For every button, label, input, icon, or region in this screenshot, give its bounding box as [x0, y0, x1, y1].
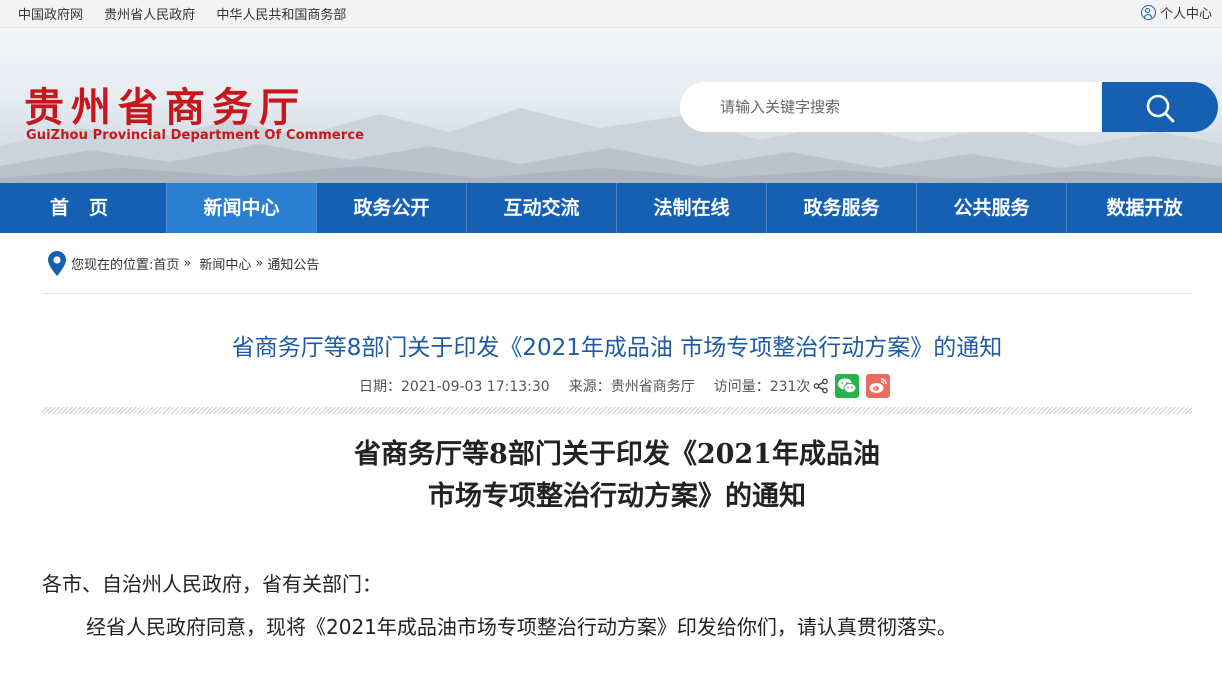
nav-item-home[interactable]: 首页: [0, 183, 167, 233]
nav-item-public-services[interactable]: 公共服务: [917, 183, 1067, 233]
link-guizhou-gov[interactable]: 贵州省人民政府: [104, 8, 195, 23]
weibo-icon: [869, 378, 888, 393]
share-icon: [814, 378, 829, 394]
share-weibo-button[interactable]: [866, 374, 891, 398]
breadcrumb-news[interactable]: 新闻中心: [199, 254, 251, 273]
search-icon: [1146, 94, 1175, 123]
article-meta: 日期：2021-09-03 17:13:30 来源：贵州省商务厅 访问量：231…: [359, 374, 897, 398]
share-wechat-button[interactable]: [835, 374, 860, 398]
document-paragraph: 经省人民政府同意，现将《2021年成品油市场专项整治行动方案》印发给你们，请认真…: [86, 615, 957, 639]
link-gov-cn[interactable]: 中国政府网: [18, 8, 83, 23]
document-title-line2: 市场专项整治行动方案》的通知: [428, 481, 806, 512]
article-visits: 访问量：231次: [713, 379, 811, 395]
nav-item-gov-affairs[interactable]: 政务公开: [317, 183, 467, 233]
article-date: 日期：2021-09-03 17:13:30: [359, 379, 550, 395]
link-mofcom[interactable]: 中华人民共和国商务部: [216, 8, 346, 23]
wechat-icon: [838, 378, 857, 394]
site-logo-cn[interactable]: 贵州省商务厅: [24, 75, 306, 133]
document-title: 省商务厅等8部门关于印发《2021年成品油 市场专项整治行动方案》的通知: [0, 434, 1222, 518]
breadcrumb-separator: »: [255, 256, 264, 271]
article-source: 来源：贵州省商务厅: [568, 379, 695, 395]
search-input[interactable]: [680, 82, 1104, 132]
location-pin-icon: [48, 251, 66, 276]
user-icon: [1140, 5, 1156, 20]
breadcrumb-prefix: 您现在的位置:: [71, 258, 154, 273]
nav-item-open-data[interactable]: 数据开放: [1067, 183, 1222, 233]
breadcrumb-divider: [42, 293, 1192, 294]
nav-item-news[interactable]: 新闻中心: [167, 183, 317, 233]
hatched-divider: [42, 407, 1192, 414]
user-center-label: 个人中心: [1159, 7, 1212, 22]
document-salutation: 各市、自治州人民政府，省有关部门：: [42, 572, 382, 596]
main-nav: 首页 新闻中心 政务公开 互动交流 法制在线 政务服务 公共服务 数据开放: [0, 183, 1222, 233]
document-title-line1: 省商务厅等8部门关于印发《2021年成品油: [354, 439, 880, 470]
top-utility-bar: 中国政府网 贵州省人民政府 中华人民共和国商务部 个人中心: [0, 0, 1222, 28]
breadcrumb-current[interactable]: 通知公告: [267, 254, 319, 273]
external-links: 中国政府网 贵州省人民政府 中华人民共和国商务部: [18, 4, 363, 23]
site-header: 贵州省商务厅 GuiZhou Provincial Department Of …: [0, 28, 1222, 183]
breadcrumb-home[interactable]: 首页: [153, 254, 179, 273]
search-bar: [680, 82, 1218, 132]
search-button[interactable]: [1102, 82, 1218, 132]
site-logo-en: GuiZhou Provincial Department Of Commerc…: [26, 128, 365, 143]
nav-item-legal[interactable]: 法制在线: [617, 183, 767, 233]
article-title: 省商务厅等8部门关于印发《2021年成品油 市场专项整治行动方案》的通知: [231, 335, 1003, 361]
nav-item-interaction[interactable]: 互动交流: [467, 183, 617, 233]
user-center-link[interactable]: 个人中心: [1140, 3, 1212, 22]
breadcrumb: 您现在的位置: 首页 » 新闻中心 » 通知公告: [48, 251, 323, 276]
nav-item-gov-services[interactable]: 政务服务: [767, 183, 917, 233]
breadcrumb-separator: »: [183, 256, 192, 271]
